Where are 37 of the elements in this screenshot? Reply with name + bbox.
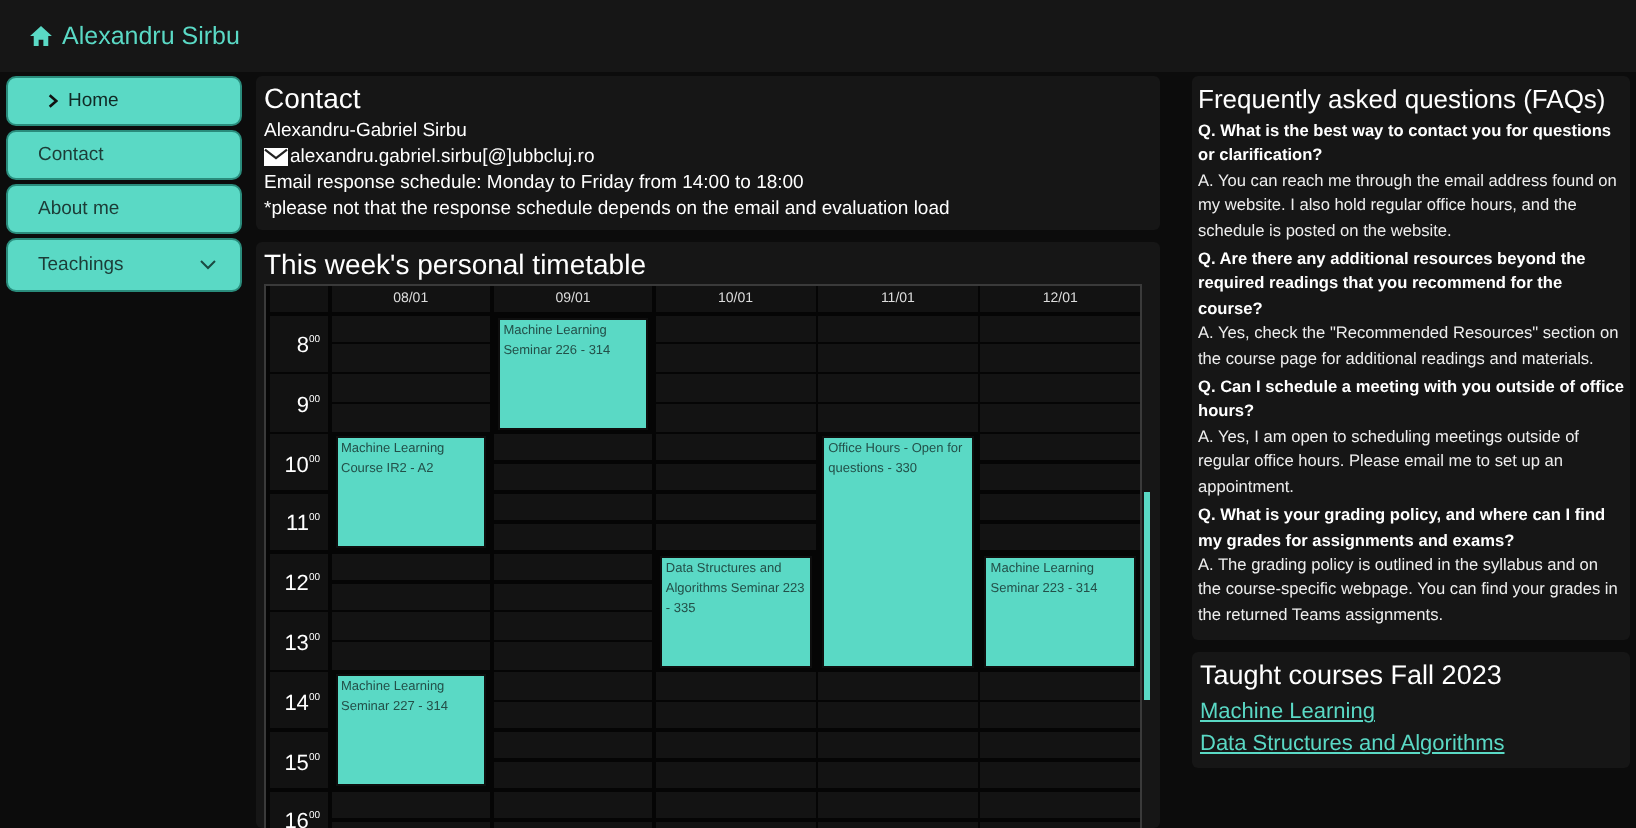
faq-answer: A. The grading policy is outlined in the syllabus and on the course-specific webpage. You can find your grades in the returned Teams assignments. [1198,551,1620,627]
site-title[interactable]: Alexandru Sirbu [62,22,240,50]
chevron-down-icon [200,260,216,270]
hour-label: 11$^{00}$ [286,510,320,537]
faq-question: Q. Are there any additional resources beyond the required readings that you recommend for the course? [1198,246,1588,321]
email-schedule: Email response schedule: Monday to Friday from 14:00 to 18:00 [264,170,806,196]
envelope-icon [264,148,288,166]
scrollbar-thumb[interactable] [1144,492,1150,700]
sidebar-item[interactable]: Teachings [6,238,242,292]
corner-cell [270,286,328,312]
hour-label: 10$^{00}$ [284,451,320,478]
faq-question: Q. Can I schedule a meeting with you outside of office hours? [1198,374,1624,424]
course-link[interactable]: Machine Learning [1200,696,1375,729]
home-icon [30,26,52,46]
timetable-title: This week's personal timetable [264,248,648,282]
course-link[interactable]: Data Structures and Algorithms [1200,728,1505,761]
faq-title: Frequently asked questions (FAQs) [1198,82,1608,116]
faq-answer: A. You can reach me through the email address found on my website. I also hold regular office hours, and the schedule is posted on the website. [1198,167,1619,243]
email-address: alexandru.gabriel.sirbu[@]ubbcluj.ro [290,144,595,170]
hour-label: 15$^{00}$ [284,749,320,776]
contact-name: Alexandru-Gabriel Sirbu [264,118,469,144]
schedule-note: *please not that the response schedule depends on the email and evaluation load [264,196,952,222]
faq-question: Q. What is your grading policy, and where can I find my grades for assignments and exams? [1198,502,1608,552]
sidebar-item[interactable]: Contact [6,130,242,180]
contact-title: Contact [264,82,363,116]
hour-label: 8$^{00}$ [296,332,320,359]
hour-label: 13$^{00}$ [284,630,320,657]
hour-label: 14$^{00}$ [284,689,320,716]
faq-answer: A. Yes, check the "Recommended Resources" section on the course page for additional readings and materials. [1198,320,1621,371]
faq-answer: A. Yes, I am open to scheduling meetings outside of regular office hours. Please email me to set up an appointment. [1198,423,1581,499]
sidebar-item[interactable]: About me [6,184,242,234]
hour-label: 12$^{00}$ [284,570,320,597]
hour-label: 9$^{00}$ [296,391,320,418]
courses-title: Taught courses Fall 2023 [1200,658,1502,693]
sidebar-item[interactable]: Home [6,76,242,126]
faq-question: Q. What is the best way to contact you for questions or clarification? [1198,118,1614,168]
chevron-right-icon [48,94,58,108]
